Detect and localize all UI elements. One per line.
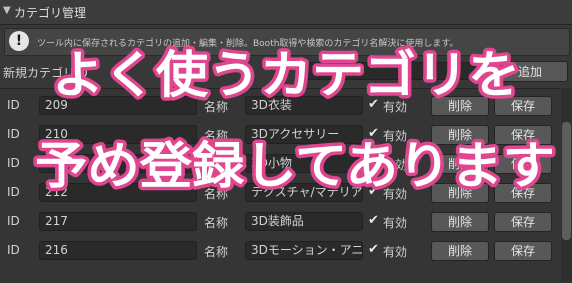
id-field[interactable]: 216 <box>39 241 197 260</box>
valid-label: 有効 <box>383 187 408 201</box>
valid-label: 有効 <box>383 100 408 114</box>
delete-button[interactable]: 削除 <box>431 241 489 261</box>
save-button[interactable]: 保存 <box>494 183 552 203</box>
panel-title: カテゴリ管理 <box>14 6 87 20</box>
save-button[interactable]: 保存 <box>494 241 552 261</box>
name-label: 名称 <box>204 245 229 259</box>
valid-checkbox[interactable]: ✔ <box>368 213 379 228</box>
name-label: 名称 <box>204 187 229 201</box>
valid-label: 有効 <box>383 245 408 259</box>
valid-checkbox[interactable]: ✔ <box>368 184 379 199</box>
delete-button[interactable]: 削除 <box>431 212 489 232</box>
scrollbar-thumb[interactable] <box>562 122 571 240</box>
category-list: ID 209 名称 3D衣装 ✔ 有効 削除 保存 ID 210 名称 3Dアク… <box>0 88 560 283</box>
save-button[interactable]: 保存 <box>494 125 552 145</box>
id-label: ID <box>7 156 20 170</box>
triangle-down-icon[interactable]: ▼ <box>3 5 11 16</box>
new-category-id-label: 新規カテゴリID <box>3 66 88 80</box>
valid-checkbox[interactable]: ✔ <box>368 155 379 170</box>
id-label: ID <box>7 214 20 228</box>
new-category-name-field[interactable] <box>300 62 490 80</box>
id-label: ID <box>7 185 20 199</box>
save-button[interactable]: 保存 <box>494 96 552 116</box>
scrollbar[interactable] <box>561 88 572 282</box>
name-label: 名称 <box>204 100 229 114</box>
id-label: ID <box>7 98 20 112</box>
valid-label: 有効 <box>383 129 408 143</box>
valid-label: 有効 <box>383 158 408 172</box>
delete-button[interactable]: 削除 <box>431 154 489 174</box>
save-button[interactable]: 保存 <box>494 154 552 174</box>
valid-checkbox[interactable]: ✔ <box>368 97 379 112</box>
name-field[interactable]: 3D衣装 <box>245 96 363 115</box>
help-box: ! ツール内に保存されるカテゴリの追加・編集・削除。Booth取得や検索のカテゴ… <box>4 28 570 56</box>
name-field[interactable]: 3Dアクセサリー <box>245 125 363 144</box>
id-label: ID <box>7 243 20 257</box>
delete-button[interactable]: 削除 <box>431 125 489 145</box>
id-label: ID <box>7 127 20 141</box>
help-text: ツール内に保存されるカテゴリの追加・編集・削除。Booth取得や検索のカテゴリ名… <box>37 39 459 49</box>
delete-button[interactable]: 削除 <box>431 96 489 116</box>
category-row: ID 217 名称 3D装飾品 ✔ 有効 削除 保存 <box>0 211 560 233</box>
name-label: 名称 <box>204 158 229 172</box>
valid-label: 有効 <box>383 216 408 230</box>
id-field[interactable]: 209 <box>39 96 197 115</box>
category-row: ID 209 名称 3D衣装 ✔ 有効 削除 保存 <box>0 95 560 117</box>
delete-button[interactable]: 削除 <box>431 183 489 203</box>
category-row: ID 216 名称 3Dモーション・アニメーション ✔ 有効 削除 保存 <box>0 240 560 262</box>
category-row: ID 210 名称 3Dアクセサリー ✔ 有効 削除 保存 <box>0 124 560 146</box>
name-label: 名称 <box>204 216 229 230</box>
category-management-header[interactable]: ▼ カテゴリ管理 <box>0 0 572 25</box>
id-field[interactable]: 211 <box>39 154 197 173</box>
category-row: ID 211 名称 3D小物 ✔ 有効 削除 保存 <box>0 153 560 175</box>
id-field[interactable]: 212 <box>39 183 197 202</box>
name-field[interactable]: 3D小物 <box>245 154 363 173</box>
id-field[interactable]: 217 <box>39 212 197 231</box>
add-button[interactable]: 追加 <box>492 61 568 82</box>
category-row: ID 212 名称 テクスチャ/マテリアル ✔ 有効 削除 保存 <box>0 182 560 204</box>
info-icon: ! <box>9 31 29 51</box>
save-button[interactable]: 保存 <box>494 212 552 232</box>
name-field[interactable]: 3D装飾品 <box>245 212 363 231</box>
name-field[interactable]: 3Dモーション・アニメーション <box>245 241 363 260</box>
valid-checkbox[interactable]: ✔ <box>368 126 379 141</box>
id-field[interactable]: 210 <box>39 125 197 144</box>
valid-checkbox[interactable]: ✔ <box>368 242 379 257</box>
name-label: 名称 <box>204 129 229 143</box>
name-field[interactable]: テクスチャ/マテリアル <box>245 183 363 202</box>
